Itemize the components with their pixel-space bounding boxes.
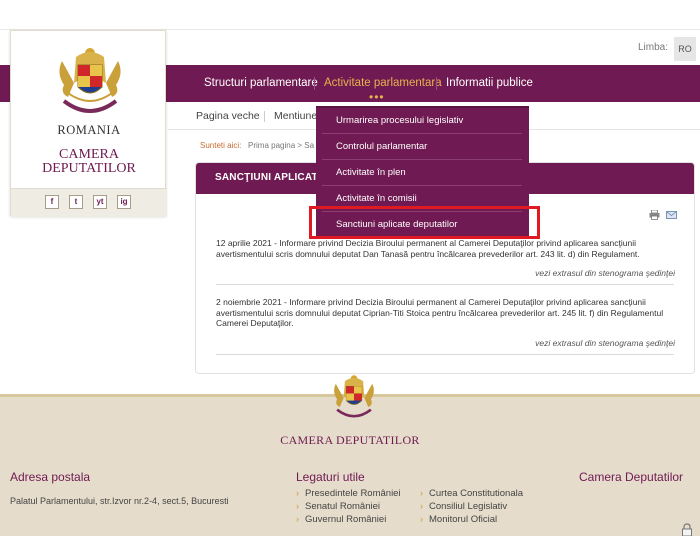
logo-institution-text: CAMERA DEPUTATILOR — [11, 148, 167, 176]
youtube-icon[interactable]: yt — [93, 195, 107, 209]
footer-camera-heading: Camera Deputatilor — [579, 470, 684, 484]
footer-link-label: Guvernul României — [305, 514, 387, 525]
stenogram-link[interactable]: vezi extrasul din stenograma şedinţei — [535, 268, 675, 278]
logo-line-deputatilor: DEPUTATILOR — [42, 161, 136, 176]
breadcrumb-label: Sunteti aici: — [200, 141, 242, 150]
menu-item-label: Controlul parlamentar — [336, 141, 428, 152]
coat-of-arms-icon — [59, 48, 121, 113]
subnav-pagina-veche[interactable]: Pagina veche — [196, 110, 260, 122]
footer-link-consiliul-legislativ[interactable]: › Consiliul Legislativ — [420, 501, 507, 512]
language-label: Limba: — [637, 42, 668, 53]
email-icon[interactable] — [666, 211, 677, 219]
entry-divider — [216, 284, 674, 285]
nav-divider — [436, 77, 437, 90]
highlight-box — [309, 206, 540, 239]
stenogram-link[interactable]: vezi extrasul din stenograma şedinţei — [535, 338, 675, 348]
footer-link-label: Presedintele României — [305, 488, 401, 499]
coat-of-arms-icon — [334, 375, 374, 418]
footer-links-heading: Legaturi utile — [296, 470, 365, 484]
language-selector[interactable]: RO — [674, 37, 696, 61]
footer-link-monitorul-oficial[interactable]: › Monitorul Oficial — [420, 514, 497, 525]
footer-link-label: Consiliul Legislativ — [429, 501, 508, 512]
footer-link-label: Curtea Constitutionala — [429, 488, 523, 499]
print-icon[interactable] — [649, 210, 660, 220]
social-bar: f t yt ig — [11, 188, 167, 217]
chevron-right-icon: › — [296, 514, 299, 524]
entry-divider — [216, 354, 674, 355]
subnav-divider — [264, 111, 265, 122]
nav-divider — [314, 77, 315, 90]
chevron-right-icon: › — [420, 488, 423, 498]
subnav-mentiune[interactable]: Mentiune — [274, 110, 317, 122]
footer-link-guvernul[interactable]: › Guvernul României — [296, 514, 386, 525]
nav-informatii-publice[interactable]: Informatii publice — [446, 77, 533, 89]
menu-item-label: Urmarirea procesului legislativ — [336, 115, 464, 126]
menu-item-label: Activitate în plen — [336, 167, 406, 178]
footer-link-presedintele[interactable]: › Presedintele României — [296, 488, 401, 499]
lock-icon — [682, 523, 692, 536]
footer-address: Palatul Parlamentului, str.Izvor nr.2-4,… — [10, 496, 229, 506]
menu-item-controlul-parlamentar[interactable]: Controlul parlamentar — [316, 134, 529, 160]
logo-card[interactable]: ROMANIA CAMERA DEPUTATILOR f t yt ig — [10, 30, 167, 217]
footer-address-heading: Adresa postala — [10, 470, 91, 484]
menu-item-label: Activitate în comisii — [336, 193, 417, 204]
footer-link-senatul[interactable]: › Senatul României — [296, 501, 380, 512]
breadcrumb-path[interactable]: Prima pagina > Sa — [248, 141, 314, 150]
logo-line-camera: CAMERA — [59, 147, 119, 162]
chevron-right-icon: › — [296, 488, 299, 498]
footer-link-curtea-constitutionala[interactable]: › Curtea Constitutionala — [420, 488, 523, 499]
twitter-icon[interactable]: t — [69, 195, 83, 209]
nav-structuri-parlamentare[interactable]: Structuri parlamentare — [204, 77, 318, 89]
chevron-right-icon: › — [420, 501, 423, 511]
menu-item-urmarirea-procesului[interactable]: Urmarirea procesului legislativ — [316, 108, 529, 134]
page-title: SANCŢIUNI APLICATE — [215, 172, 325, 183]
chevron-right-icon: › — [420, 514, 423, 524]
menu-item-activitate-plen[interactable]: Activitate în plen — [316, 160, 529, 186]
footer-link-label: Monitorul Oficial — [429, 514, 498, 525]
entry-text: 12 aprilie 2021 - Informare privind Deci… — [216, 238, 640, 259]
logo-country-text: ROMANIA — [57, 123, 121, 137]
breadcrumb: Sunteti aici: Prima pagina > Sa — [200, 141, 314, 150]
footer-title: CAMERA DEPUTATILOR — [280, 433, 420, 447]
chevron-right-icon: › — [296, 501, 299, 511]
nav-activitate-parlamentara[interactable]: Activitate parlamentara — [324, 77, 442, 89]
footer-link-label: Senatul României — [305, 501, 380, 512]
entry-text: 2 noiembrie 2021 - Informare privind Dec… — [216, 297, 664, 328]
facebook-icon[interactable]: f — [45, 195, 59, 209]
instagram-icon[interactable]: ig — [117, 195, 131, 209]
